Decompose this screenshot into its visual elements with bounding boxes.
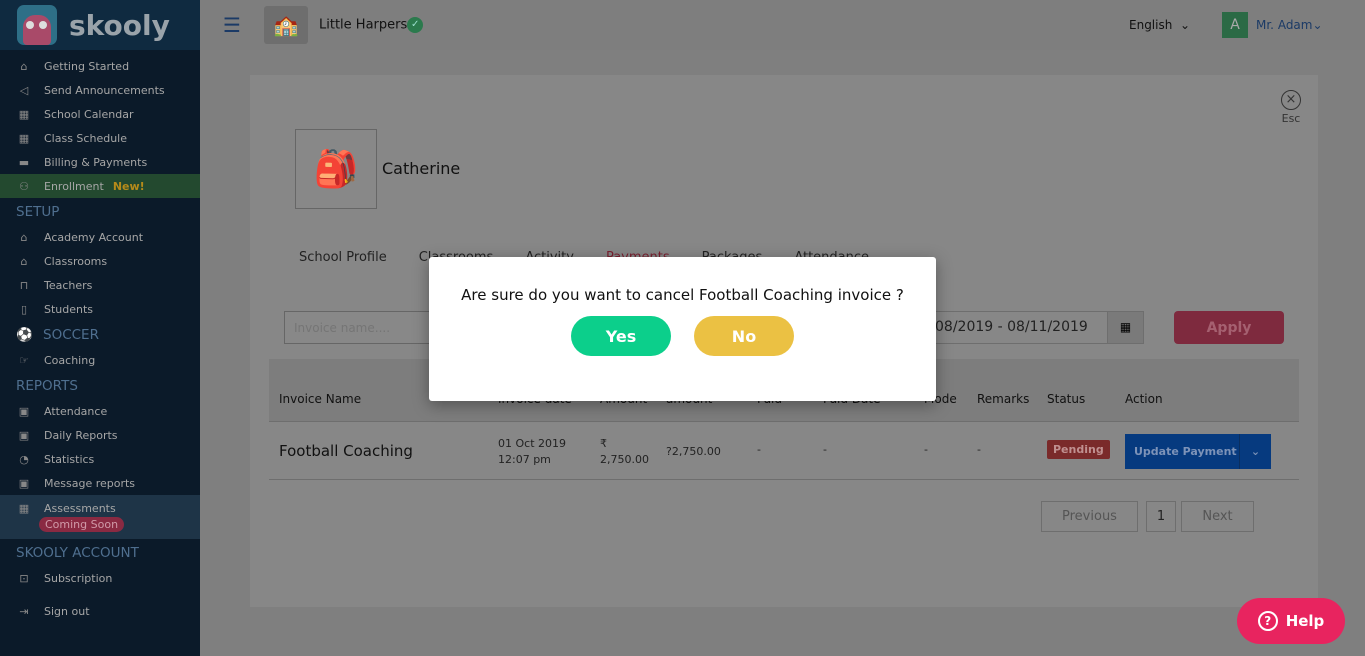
tab-school-profile[interactable]: School Profile bbox=[299, 250, 387, 265]
school-name[interactable]: Little Harpers ✓ bbox=[319, 17, 424, 33]
megaphone-icon: ◁ bbox=[19, 83, 29, 97]
apply-button[interactable]: Apply bbox=[1174, 311, 1284, 344]
sidebar-item-students[interactable]: ▯ Students bbox=[0, 297, 200, 321]
whistle-icon: ☞ bbox=[19, 353, 29, 367]
invoice-search-input[interactable] bbox=[284, 311, 444, 344]
calendar-icon: ▦ bbox=[18, 502, 30, 515]
update-payment-button[interactable]: Update Payment ⌄ bbox=[1125, 434, 1271, 469]
sidebar-item-academy-account[interactable]: ⌂ Academy Account bbox=[0, 225, 200, 249]
table-row: Football Coaching 01 Oct 2019 12:07 pm ₹2… bbox=[269, 423, 1299, 480]
date-range-input[interactable]: 08/2019 - 08/11/2019 bbox=[930, 311, 1108, 344]
sidebar-item-classrooms[interactable]: ⌂ Classrooms bbox=[0, 249, 200, 273]
close-button[interactable]: × Esc bbox=[1281, 90, 1301, 125]
language-select[interactable]: English ⌄ bbox=[1129, 18, 1190, 32]
sidebar-item-statistics[interactable]: ◔ Statistics bbox=[0, 447, 200, 471]
sign-out-icon: ⇥ bbox=[19, 604, 29, 618]
soccer-ball-icon: ⚽ bbox=[16, 326, 33, 343]
home-icon: ⌂ bbox=[20, 59, 28, 73]
avatar[interactable]: A bbox=[1222, 12, 1248, 38]
no-button[interactable]: No bbox=[694, 316, 794, 356]
page-1-button[interactable]: 1 bbox=[1146, 501, 1176, 532]
chevron-down-icon[interactable]: ⌄ bbox=[1239, 434, 1271, 469]
sidebar-item-coaching[interactable]: ☞ Coaching bbox=[0, 348, 200, 372]
coming-soon-badge: Coming Soon bbox=[39, 517, 125, 532]
section-soccer: ⚽ SOCCER bbox=[16, 326, 99, 343]
sidebar-item-daily-reports[interactable]: ▣ Daily Reports bbox=[0, 423, 200, 447]
student-photo: 🎒 bbox=[295, 129, 377, 209]
col-status: Status bbox=[1047, 392, 1086, 406]
calendar-icon[interactable]: ▦ bbox=[1107, 311, 1144, 344]
sidebar-item-attendance[interactable]: ▣ Attendance bbox=[0, 399, 200, 423]
confirm-dialog: Are sure do you want to cancel Football … bbox=[429, 257, 936, 401]
sidebar-item-billing[interactable]: ▬ Billing & Payments bbox=[0, 150, 200, 174]
section-reports: REPORTS bbox=[16, 377, 78, 394]
sidebar-item-enrollment[interactable]: ⚇ Enrollment New! bbox=[0, 174, 200, 198]
previous-button[interactable]: Previous bbox=[1041, 501, 1138, 532]
section-setup: SETUP bbox=[16, 203, 60, 220]
next-button[interactable]: Next bbox=[1181, 501, 1254, 532]
help-button[interactable]: ? Help bbox=[1237, 598, 1345, 644]
user-plus-icon: ⚇ bbox=[19, 179, 29, 193]
student-name: Catherine bbox=[382, 159, 461, 178]
col-remarks: Remarks bbox=[977, 392, 1030, 406]
calendar-day-icon: ▣ bbox=[18, 476, 30, 490]
menu-icon[interactable]: ☰ bbox=[223, 13, 243, 37]
close-icon: × bbox=[1281, 90, 1301, 110]
school-icon: 🏫 bbox=[264, 6, 308, 44]
sidebar-item-sign-out[interactable]: ⇥ Sign out bbox=[0, 599, 200, 623]
status-badge: Pending bbox=[1047, 440, 1110, 459]
sidebar-item-send-announcements[interactable]: ◁ Send Announcements bbox=[0, 78, 200, 102]
question-icon: ? bbox=[1257, 611, 1278, 631]
sidebar-item-assessments[interactable]: ▦ Assessments Coming Soon bbox=[0, 495, 200, 539]
sidebar-item-class-schedule[interactable]: ▦ Class Schedule bbox=[0, 126, 200, 150]
book-icon: ⌂ bbox=[20, 254, 28, 268]
student-icon: ▯ bbox=[20, 302, 28, 316]
col-invoice-name: Invoice Name bbox=[279, 392, 362, 406]
confirm-message: Are sure do you want to cancel Football … bbox=[461, 286, 904, 304]
calendar-day-icon: ▣ bbox=[18, 428, 30, 442]
top-header: ☰ 🏫 Little Harpers ✓ English ⌄ A Mr. Adam… bbox=[200, 0, 1365, 50]
sidebar-item-teachers[interactable]: ⊓ Teachers bbox=[0, 273, 200, 297]
calendar-icon: ▦ bbox=[18, 131, 30, 145]
col-action: Action bbox=[1125, 392, 1163, 406]
new-badge: New! bbox=[112, 179, 145, 193]
desk-icon: ⊓ bbox=[19, 278, 29, 292]
bookmark-icon: ⊡ bbox=[19, 571, 29, 585]
card-icon: ▬ bbox=[18, 155, 30, 169]
verified-icon: ✓ bbox=[407, 17, 424, 33]
owl-logo-icon bbox=[17, 5, 57, 45]
logo[interactable]: skooly bbox=[0, 0, 200, 50]
sidebar-item-message-reports[interactable]: ▣ Message reports bbox=[0, 471, 200, 495]
sidebar-item-getting-started[interactable]: ⌂ Getting Started bbox=[0, 54, 200, 78]
building-icon: ⌂ bbox=[20, 230, 28, 244]
calendar-day-icon: ▣ bbox=[18, 404, 30, 418]
calendar-icon: ▦ bbox=[18, 107, 30, 121]
pie-chart-icon: ◔ bbox=[19, 452, 29, 466]
sidebar-item-subscription[interactable]: ⊡ Subscription bbox=[0, 566, 200, 590]
yes-button[interactable]: Yes bbox=[571, 316, 671, 356]
section-skooly-account: SKOOLY ACCOUNT bbox=[16, 544, 139, 561]
sidebar-item-school-calendar[interactable]: ▦ School Calendar bbox=[0, 102, 200, 126]
sidebar: skooly ⌂ Getting Started ◁ Send Announceme… bbox=[0, 0, 200, 656]
user-menu[interactable]: Mr. Adam⌄ bbox=[1256, 18, 1323, 32]
